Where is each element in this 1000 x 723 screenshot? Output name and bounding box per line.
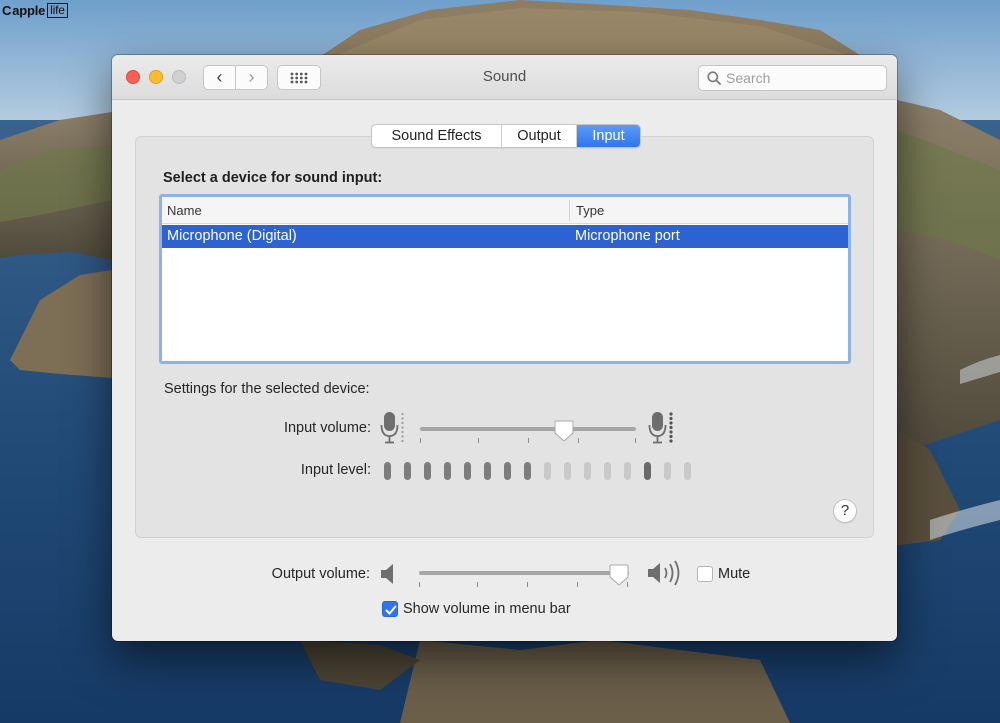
level-segment [664,462,671,480]
mute-label[interactable]: Mute [718,566,750,582]
input-settings-panel: Select a device for sound input: Name Ty… [135,136,874,538]
watermark-logo: C apple life [2,3,68,18]
slider-tick [477,582,478,587]
input-volume-slider[interactable] [420,419,636,443]
watermark-text: apple [12,3,46,18]
input-volume-label: Input volume: [283,420,371,436]
slider-tick [577,582,578,587]
level-segment [564,462,571,480]
tab-input[interactable]: Input [577,125,640,147]
tab-sound-effects[interactable]: Sound Effects [372,125,502,147]
microphone-high-icon [648,412,673,444]
output-volume-label: Output volume: [271,566,370,582]
sound-preferences-window: ‹ › Sound Sound Effects Output [112,55,897,641]
slider-tick [420,438,421,443]
search-icon [707,71,721,85]
output-volume-track[interactable] [419,571,629,575]
level-segment [444,462,451,480]
level-segment [684,462,691,480]
show-volume-label[interactable]: Show volume in menu bar [403,601,571,617]
input-volume-knob[interactable] [554,420,574,442]
mute-checkbox[interactable] [697,566,713,582]
show-volume-checkbox[interactable] [382,601,398,617]
speaker-low-icon [381,564,393,584]
help-button[interactable]: ? [833,499,857,523]
watermark-boxed-text: life [47,3,68,18]
slider-tick [419,582,420,587]
microphone-low-icon [380,412,404,444]
checkmark-icon [385,605,397,615]
search-field[interactable] [698,65,887,91]
level-segment [384,462,391,480]
apple-life-logo-icon: C [2,3,12,18]
device-type-cell: Microphone port [575,228,680,244]
search-input[interactable] [726,69,881,87]
tab-output[interactable]: Output [502,125,577,147]
device-name-cell: Microphone (Digital) [167,228,297,244]
level-segment [504,462,511,480]
output-volume-slider[interactable] [419,563,629,587]
level-segment [484,462,491,480]
settings-label: Settings for the selected device: [164,381,370,397]
column-header-type[interactable]: Type [576,203,604,218]
column-divider[interactable] [569,200,570,221]
slider-tick [578,438,579,443]
output-volume-knob[interactable] [609,564,629,586]
section-title: Select a device for sound input: [163,170,383,186]
slider-tick [635,438,636,443]
level-segment [544,462,551,480]
slider-tick [527,582,528,587]
level-segment [624,462,631,480]
input-level-label: Input level: [300,462,371,478]
input-device-table[interactable]: Name Type Microphone (Digital) Microphon… [159,194,851,364]
level-segment [464,462,471,480]
title-bar: ‹ › Sound [112,55,897,100]
column-header-name[interactable]: Name [167,203,202,218]
level-segment [424,462,431,480]
slider-tick [528,438,529,443]
input-volume-track[interactable] [420,427,636,431]
slider-tick [478,438,479,443]
tab-bar: Sound Effects Output Input [371,124,641,148]
table-header: Name Type [162,197,848,224]
speaker-high-icon [648,560,680,586]
level-segment [644,462,651,480]
level-segment [404,462,411,480]
table-row[interactable]: Microphone (Digital) Microphone port [162,225,848,248]
level-segment [604,462,611,480]
level-segment [584,462,591,480]
level-segment [524,462,531,480]
